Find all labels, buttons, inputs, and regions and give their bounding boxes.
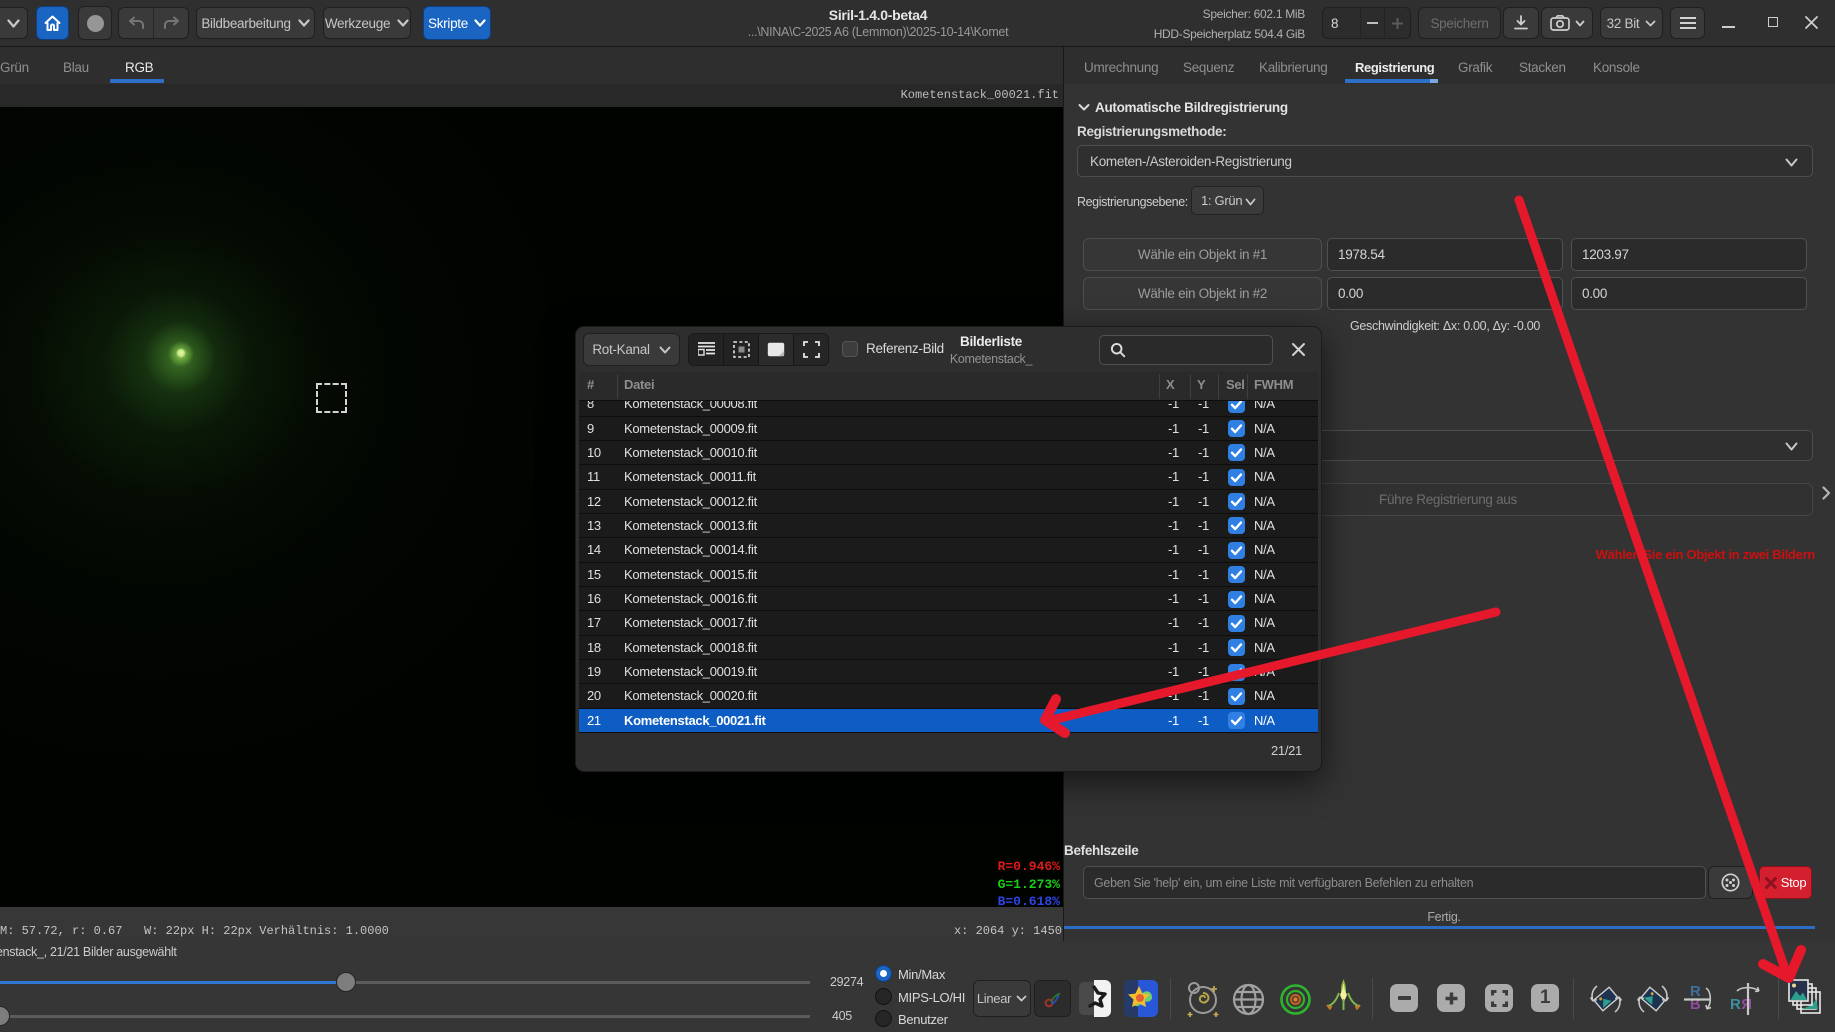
svg-text:R: R [1730, 996, 1741, 1013]
svg-text:R: R [1690, 995, 1701, 1012]
svg-text:R: R [1741, 996, 1752, 1013]
